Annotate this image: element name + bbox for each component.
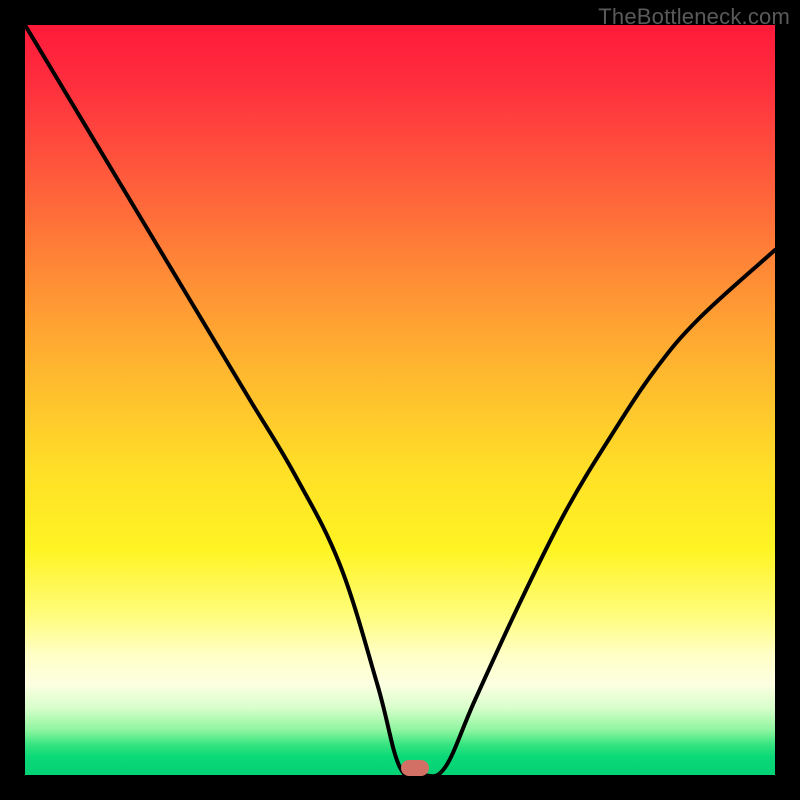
optimal-point-marker bbox=[401, 760, 429, 776]
bottleneck-curve bbox=[25, 25, 775, 775]
chart-plot-area bbox=[25, 25, 775, 775]
watermark-label: TheBottleneck.com bbox=[598, 4, 790, 30]
